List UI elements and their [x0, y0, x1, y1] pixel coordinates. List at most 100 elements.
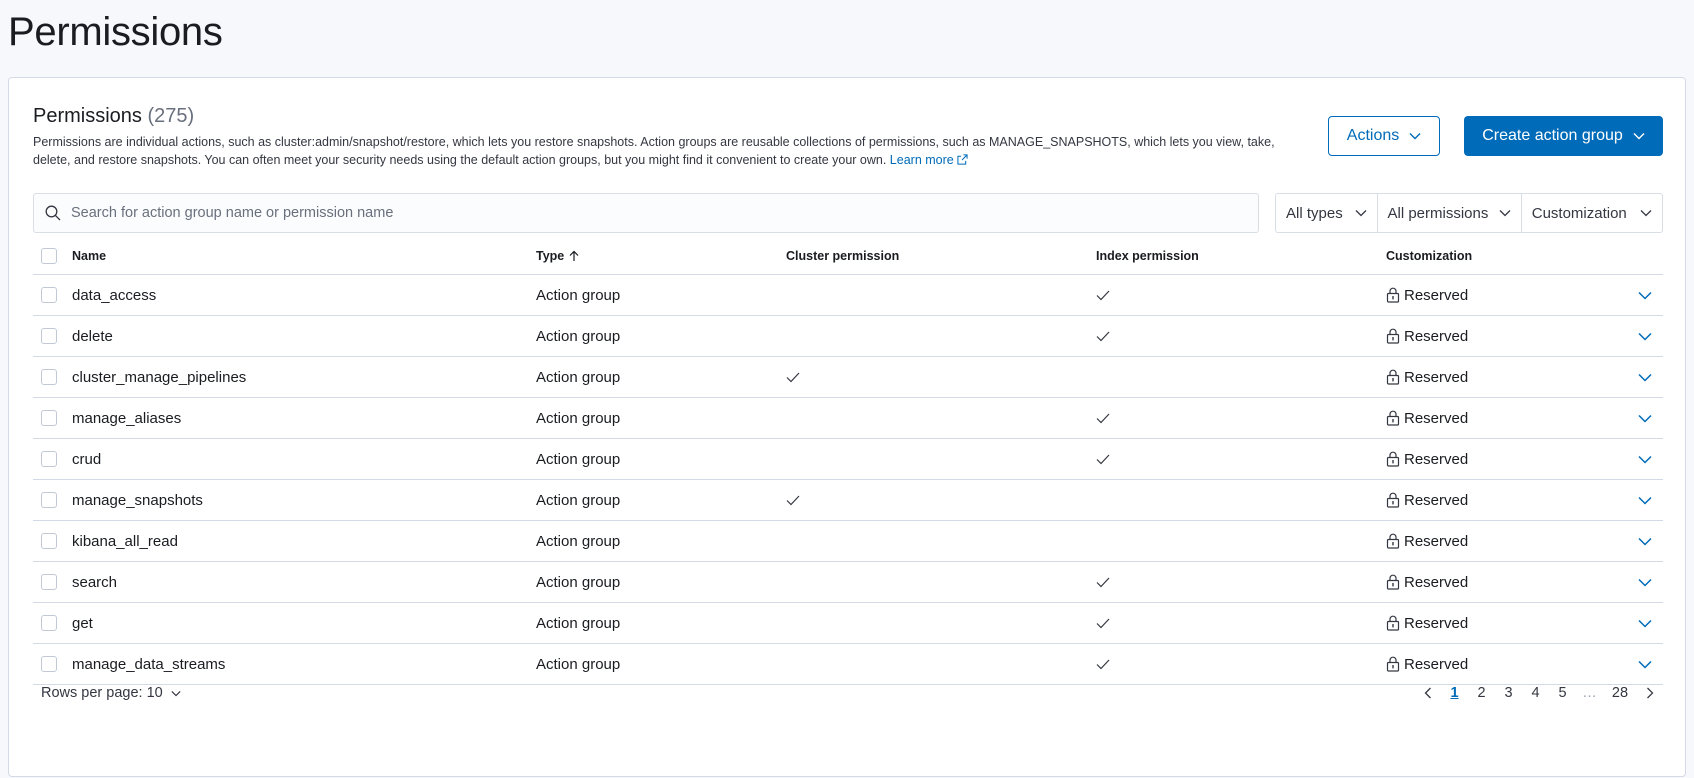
expand-row-button[interactable] — [1638, 275, 1652, 315]
index-permission-cell — [1096, 275, 1110, 315]
row-checkbox[interactable] — [41, 328, 57, 344]
customization-label: Reserved — [1404, 327, 1469, 345]
column-cluster-permission: Cluster permission — [786, 249, 900, 263]
column-name[interactable]: Name — [72, 238, 106, 274]
filter-group: All types All permissions Customization — [1275, 193, 1663, 233]
expand-row-button[interactable] — [1638, 521, 1652, 561]
row-checkbox[interactable] — [41, 574, 57, 590]
expand-row-button[interactable] — [1638, 357, 1652, 397]
permission-name: data_access — [72, 286, 157, 304]
check-icon — [1096, 577, 1110, 587]
learn-more-link[interactable]: Learn more — [890, 153, 968, 167]
expand-row-button[interactable] — [1638, 480, 1652, 520]
next-page-button[interactable] — [1637, 687, 1663, 699]
customization-cell: Reserved — [1386, 562, 1468, 602]
lock-icon — [1386, 533, 1400, 549]
actions-button[interactable]: Actions — [1328, 116, 1440, 156]
customization-cell: Reserved — [1386, 316, 1468, 356]
permission-type: Action group — [536, 409, 621, 427]
page-3-button[interactable]: 3 — [1495, 685, 1522, 701]
create-button-label: Create action group — [1482, 127, 1623, 144]
expand-row-button[interactable] — [1638, 316, 1652, 356]
permissions-filter[interactable]: All permissions — [1378, 194, 1522, 232]
permissions-panel: Permissions (275) Permissions are indivi… — [8, 77, 1686, 777]
table-row[interactable]: search Action group Reserved — [33, 562, 1663, 603]
create-action-group-button[interactable]: Create action group — [1464, 116, 1663, 156]
page-28-button[interactable]: 28 — [1603, 685, 1637, 701]
row-checkbox[interactable] — [41, 533, 57, 549]
lock-icon — [1386, 410, 1400, 426]
customization-label: Reserved — [1404, 368, 1469, 386]
row-checkbox[interactable] — [41, 615, 57, 631]
chevron-down-icon — [1638, 537, 1652, 546]
chevron-down-icon — [1638, 660, 1652, 669]
table-row[interactable]: kibana_all_read Action group Reserved — [33, 521, 1663, 562]
page-2-button[interactable]: 2 — [1468, 685, 1495, 701]
column-customization: Customization — [1386, 249, 1473, 263]
table-row[interactable]: manage_snapshots Action group Reserved — [33, 480, 1663, 521]
panel-title: Permissions (275) — [33, 105, 194, 128]
check-icon — [1096, 413, 1110, 423]
chevron-down-icon — [1638, 373, 1652, 382]
customization-label: Reserved — [1404, 532, 1469, 550]
row-checkbox[interactable] — [41, 492, 57, 508]
expand-row-button[interactable] — [1638, 398, 1652, 438]
description-text: Permissions are individual actions, such… — [33, 135, 1275, 167]
permission-name: crud — [72, 450, 102, 468]
table-row[interactable]: get Action group Reserved — [33, 603, 1663, 644]
table-row[interactable]: cluster_manage_pipelines Action group Rese… — [33, 357, 1663, 398]
actions-button-label: Actions — [1346, 127, 1400, 144]
table-header: Name Type Cluster permission Index permi… — [33, 238, 1663, 275]
column-index-permission: Index permission — [1096, 249, 1199, 263]
permission-name: search — [72, 573, 118, 591]
panel-description: Permissions are individual actions, such… — [33, 133, 1303, 169]
page-1-button[interactable]: 1 — [1441, 685, 1468, 701]
check-icon — [786, 372, 800, 382]
chevron-down-icon — [1355, 210, 1366, 217]
search-input[interactable] — [71, 205, 1221, 221]
select-all-checkbox[interactable] — [41, 248, 57, 264]
chevron-down-icon — [1638, 332, 1652, 341]
rows-per-page-button[interactable]: Rows per page: 10 — [41, 673, 181, 713]
column-type-label: Type — [536, 249, 565, 263]
customization-label: Reserved — [1404, 573, 1469, 591]
chevron-down-icon — [1633, 133, 1645, 140]
chevron-left-icon — [1424, 687, 1431, 699]
chevron-down-icon — [171, 690, 181, 696]
panel-title-text: Permissions — [33, 105, 142, 127]
check-icon — [786, 495, 800, 505]
table-row[interactable]: delete Action group Reserved — [33, 316, 1663, 357]
permission-type: Action group — [536, 450, 621, 468]
index-permission-cell — [1096, 398, 1110, 438]
page-title: Permissions — [8, 10, 223, 54]
page-5-button[interactable]: 5 — [1549, 685, 1576, 701]
table-row[interactable]: manage_aliases Action group Reserved — [33, 398, 1663, 439]
table-row[interactable]: data_access Action group Reserved — [33, 275, 1663, 316]
pagination: 1 2 3 4 5 … 28 — [1415, 673, 1663, 713]
customization-cell: Reserved — [1386, 603, 1468, 643]
customization-filter-label: Customization — [1531, 204, 1627, 222]
customization-cell: Reserved — [1386, 521, 1468, 561]
expand-row-button[interactable] — [1638, 439, 1652, 479]
row-checkbox[interactable] — [41, 287, 57, 303]
chevron-down-icon — [1638, 414, 1652, 423]
type-filter[interactable]: All types — [1276, 194, 1378, 232]
customization-filter[interactable]: Customization — [1522, 194, 1662, 232]
expand-row-button[interactable] — [1638, 603, 1652, 643]
column-type[interactable]: Type — [536, 238, 579, 274]
pagination-ellipsis: … — [1582, 685, 1597, 701]
customization-label: Reserved — [1404, 491, 1469, 509]
table-row[interactable]: crud Action group Reserved — [33, 439, 1663, 480]
row-checkbox[interactable] — [41, 451, 57, 467]
lock-icon — [1386, 369, 1400, 385]
permission-name: get — [72, 614, 93, 632]
customization-cell: Reserved — [1386, 275, 1468, 315]
previous-page-button[interactable] — [1415, 687, 1441, 699]
row-checkbox[interactable] — [41, 410, 57, 426]
sort-ascending-icon — [569, 250, 579, 261]
permissions-filter-label: All permissions — [1387, 204, 1489, 222]
page-4-button[interactable]: 4 — [1522, 685, 1549, 701]
row-checkbox[interactable] — [41, 369, 57, 385]
row-checkbox[interactable] — [41, 656, 57, 672]
expand-row-button[interactable] — [1638, 562, 1652, 602]
